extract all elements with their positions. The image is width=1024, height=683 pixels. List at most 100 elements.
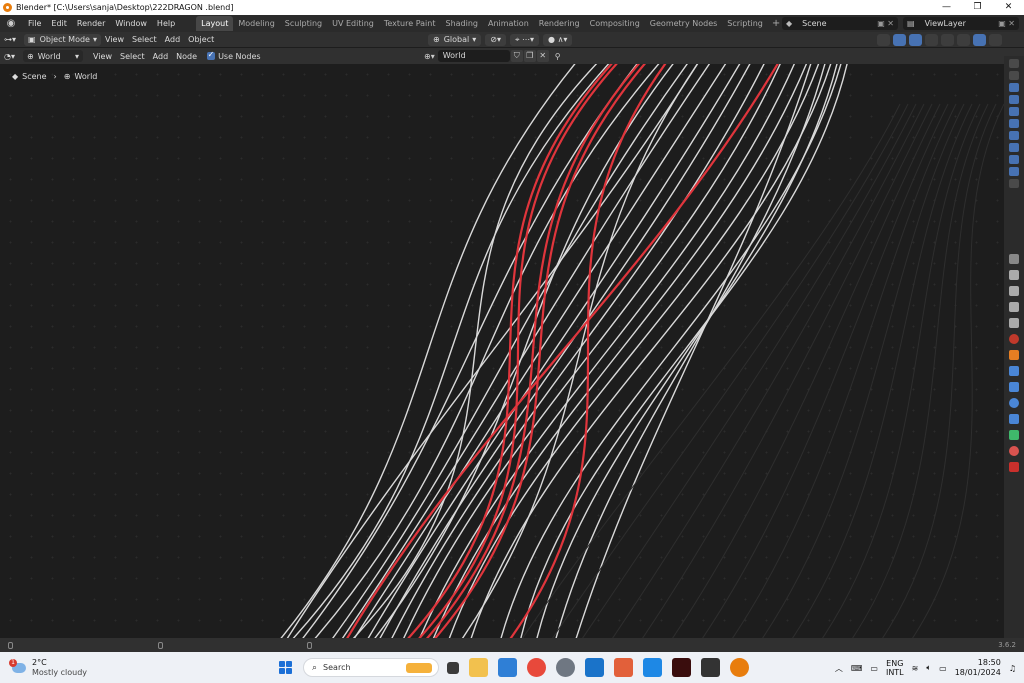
visibility-icon[interactable] [877, 33, 890, 46]
file-explorer-icon[interactable] [469, 658, 488, 677]
layer-camera-icon[interactable] [1009, 155, 1019, 164]
world-properties-icon[interactable] [1009, 334, 1019, 344]
material-shading-icon[interactable] [973, 33, 986, 46]
close-button[interactable]: ✕ [993, 0, 1024, 15]
constraint-properties-icon[interactable] [1009, 414, 1019, 424]
proportional-edit-toggle[interactable]: ● ∧▾ [543, 33, 573, 46]
blender-taskbar-icon[interactable] [730, 658, 749, 677]
menu-select[interactable]: Select [128, 32, 161, 47]
object-mode-dropdown[interactable]: ▣ Object Mode ▾ [24, 33, 101, 46]
node-link[interactable] [390, 64, 766, 638]
tab-sculpting[interactable]: Sculpting [280, 16, 327, 31]
node-editor-type-icon[interactable]: ◔▾ [0, 49, 19, 64]
overlay-icon[interactable] [909, 33, 922, 46]
solid-shading-icon[interactable] [957, 33, 970, 46]
tab-animation[interactable]: Animation [483, 16, 534, 31]
snap-toggle[interactable]: ⌖ ⋯▾ [509, 33, 540, 46]
node-link[interactable] [432, 64, 808, 638]
xray-icon[interactable] [925, 33, 938, 46]
task-view-icon[interactable] [447, 662, 459, 674]
chrome-icon[interactable] [527, 658, 546, 677]
weather-widget[interactable]: 1 2°C Mostly cloudy [9, 658, 87, 678]
layer-camera-icon[interactable] [1009, 71, 1019, 80]
rendered-shading-icon[interactable] [989, 33, 1002, 46]
keyboard-icon[interactable]: ⌨ [851, 664, 863, 673]
node-link[interactable] [340, 64, 712, 638]
editor-type-icon[interactable]: ⊶▾ [0, 32, 20, 47]
layer-camera-icon[interactable] [1009, 119, 1019, 128]
node-link[interactable] [372, 64, 676, 638]
menu-edit[interactable]: Edit [46, 15, 72, 32]
menu-render[interactable]: Render [72, 15, 110, 32]
layer-camera-icon[interactable] [1009, 131, 1019, 140]
tab-shading[interactable]: Shading [440, 16, 483, 31]
menu-window[interactable]: Window [110, 15, 152, 32]
minimize-button[interactable]: — [931, 0, 962, 15]
tool-properties-icon[interactable] [1009, 254, 1019, 264]
tab-rendering[interactable]: Rendering [534, 16, 585, 31]
language-indicator[interactable]: ENG INTL [886, 659, 904, 677]
output-properties-icon[interactable] [1009, 286, 1019, 296]
world-browse-icon[interactable]: ⊕▾ [424, 52, 435, 61]
sticky-notes-icon[interactable] [701, 658, 720, 677]
layer-camera-icon[interactable] [1009, 143, 1019, 152]
node-link[interactable] [366, 64, 742, 638]
store-icon[interactable] [498, 658, 517, 677]
mail-icon[interactable] [643, 658, 662, 677]
chevron-up-icon[interactable]: ︿ [835, 663, 843, 674]
taskbar-search[interactable]: ⌕ Search [303, 658, 439, 677]
tab-texture-paint[interactable]: Texture Paint [379, 16, 441, 31]
gizmo-icon[interactable] [893, 33, 906, 46]
fake-user-shield-icon[interactable]: ⛉ [510, 50, 523, 62]
menu-file[interactable]: File [23, 15, 46, 32]
node-link[interactable] [555, 64, 826, 638]
node-menu-select[interactable]: Select [116, 49, 149, 64]
blender-logo-icon[interactable]: ◉ [5, 18, 17, 30]
pin-icon[interactable]: ⚲ [555, 52, 561, 61]
illustrator-icon[interactable] [672, 658, 691, 677]
layer-camera-icon[interactable] [1009, 179, 1019, 188]
menu-object[interactable]: Object [184, 32, 218, 47]
node-menu-view[interactable]: View [89, 49, 116, 64]
start-button[interactable] [279, 661, 292, 674]
node-menu-add[interactable]: Add [149, 49, 173, 64]
node-editor-canvas[interactable] [0, 64, 1004, 638]
layer-camera-icon[interactable] [1009, 59, 1019, 68]
menu-help[interactable]: Help [152, 15, 180, 32]
render-properties-icon[interactable] [1009, 270, 1019, 280]
scene-actions-icon[interactable]: ▣ ✕ [877, 19, 894, 28]
node-menu-node[interactable]: Node [172, 49, 201, 64]
node-link[interactable] [520, 64, 848, 638]
menu-add[interactable]: Add [161, 32, 185, 47]
scene-selector[interactable]: ◆ Scene ▣ ✕ [782, 17, 898, 30]
orientation-dropdown[interactable]: ⊕ Global ▾ [428, 33, 482, 46]
scene-properties-icon[interactable] [1009, 318, 1019, 328]
volume-icon[interactable]: 🔈︎ [926, 663, 931, 673]
maximize-button[interactable]: ❐ [962, 0, 993, 15]
tab-geometry-nodes[interactable]: Geometry Nodes [645, 16, 722, 31]
texture-properties-icon[interactable] [1009, 462, 1019, 472]
layer-camera-icon[interactable] [1009, 107, 1019, 116]
layer-camera-icon[interactable] [1009, 95, 1019, 104]
tab-scripting[interactable]: Scripting [722, 16, 768, 31]
layer-camera-icon[interactable] [1009, 83, 1019, 92]
tab-layout[interactable]: Layout [196, 16, 234, 31]
pivot-dropdown[interactable]: ⊘▾ [485, 33, 506, 46]
modifier-properties-icon[interactable] [1009, 366, 1019, 376]
data-properties-icon[interactable] [1009, 430, 1019, 440]
node-link-selected[interactable] [424, 64, 642, 638]
notification-bell-icon[interactable]: ♫ [1009, 664, 1016, 673]
view-layer-actions-icon[interactable]: ▣ ✕ [998, 19, 1015, 28]
use-nodes-checkbox[interactable] [207, 50, 216, 60]
node-link-selected[interactable] [416, 64, 620, 638]
clock[interactable]: 18:50 18/01/2024 [955, 658, 1001, 678]
particle-properties-icon[interactable] [1009, 382, 1019, 392]
unlink-world-icon[interactable]: ✕ [536, 50, 549, 62]
tab-compositing[interactable]: Compositing [585, 16, 645, 31]
menu-view[interactable]: View [101, 32, 128, 47]
wireframe-shading-icon[interactable] [941, 33, 954, 46]
node-link[interactable] [575, 64, 812, 638]
shader-type-dropdown[interactable]: ⊕ World ▾ [23, 50, 83, 62]
view-layer-properties-icon[interactable] [1009, 302, 1019, 312]
battery-icon[interactable]: ▭ [939, 664, 947, 673]
